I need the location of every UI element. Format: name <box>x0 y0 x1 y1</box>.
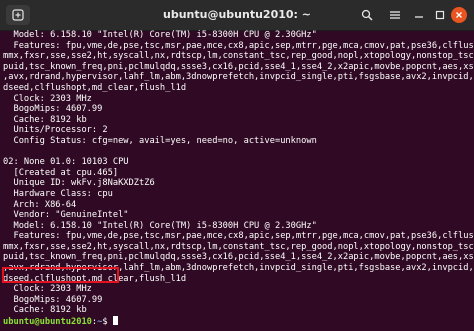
terminal-output[interactable]: Model: 6.158.10 "Intel(R) Core(TM) i5-83… <box>0 30 474 331</box>
maximize-icon <box>435 10 445 20</box>
terminal-line: Model: 6.158.10 "Intel(R) Core(TM) i5-83… <box>3 30 317 40</box>
terminal-line: BogoMips: 4607.99 <box>3 104 103 115</box>
clock-highlight-box <box>2 267 119 283</box>
terminal-line: Cache: 8192 kb <box>3 114 87 125</box>
terminal-line: puid,tsc_known_freq,pni,pclmulqdq,ssse3,… <box>3 252 474 263</box>
terminal-line: Arch: X86-64 <box>3 199 77 210</box>
terminal-line: Vendor: "GenuineIntel" <box>3 210 129 221</box>
maximize-button[interactable] <box>431 5 449 25</box>
hamburger-menu-icon <box>390 11 400 19</box>
prompt-user: ubuntu@ubuntu2010 <box>3 317 92 328</box>
terminal-line: mmx,fxsr,sse,sse2,ht,syscall,nx,rdtscp,l… <box>3 51 474 62</box>
terminal-line: Clock: 2303 MHz <box>3 284 92 295</box>
terminal-line: BogoMips: 4607.99 <box>3 294 103 305</box>
terminal-line: Cache: 8192 kb <box>3 305 87 316</box>
terminal-line: Hardware Class: cpu <box>3 188 113 199</box>
terminal-line: Features: fpu,vme,de,pse,tsc,msr,pae,mce… <box>3 231 474 242</box>
search-icon <box>361 9 373 21</box>
title-bar: ubuntu@ubuntu2010: ~ <box>0 0 474 31</box>
minimize-button[interactable] <box>410 5 428 25</box>
shell-prompt[interactable]: ubuntu@ubuntu2010:~$ <box>3 316 474 327</box>
terminal-line: Units/Processor: 2 <box>3 125 108 136</box>
prompt-symbol: $ <box>102 317 113 328</box>
terminal-line: Clock: 2303 MHz <box>3 93 92 104</box>
terminal-line: dseed,clflushopt,md_clear,flush_l1d <box>3 82 187 93</box>
terminal-line: Config Status: cfg=new, avail=yes, need=… <box>3 135 317 146</box>
terminal-line: [Created at cpu.465] <box>3 167 119 178</box>
terminal-line: Unique ID: wkFv.j8NaKXDZtZ6 <box>3 178 155 189</box>
terminal-line: puid,tsc_known_freq,pni,pclmulqdq,ssse3,… <box>3 61 474 72</box>
text-cursor <box>112 316 118 326</box>
terminal-line: ,avx,rdrand,hypervisor,lahf_lm,abm,3dnow… <box>3 72 474 83</box>
close-button[interactable] <box>451 7 467 23</box>
terminal-line: 02: None 01.0: 10103 CPU <box>3 157 129 168</box>
terminal-line: Model: 6.158.10 "Intel(R) Core(TM) i5-83… <box>3 220 317 231</box>
close-icon <box>456 12 462 18</box>
minimize-icon <box>415 16 423 18</box>
terminal-line: Features: fpu,vme,de,pse,tsc,msr,pae,mce… <box>3 40 474 51</box>
terminal-line: mmx,fxsr,sse,sse2,ht,syscall,nx,rdtscp,l… <box>3 241 474 252</box>
search-button[interactable] <box>356 5 378 25</box>
terminal-window: ubuntu@ubuntu2010: ~ Model: 6.158.10 "In… <box>0 0 474 331</box>
menu-button[interactable] <box>384 5 406 25</box>
